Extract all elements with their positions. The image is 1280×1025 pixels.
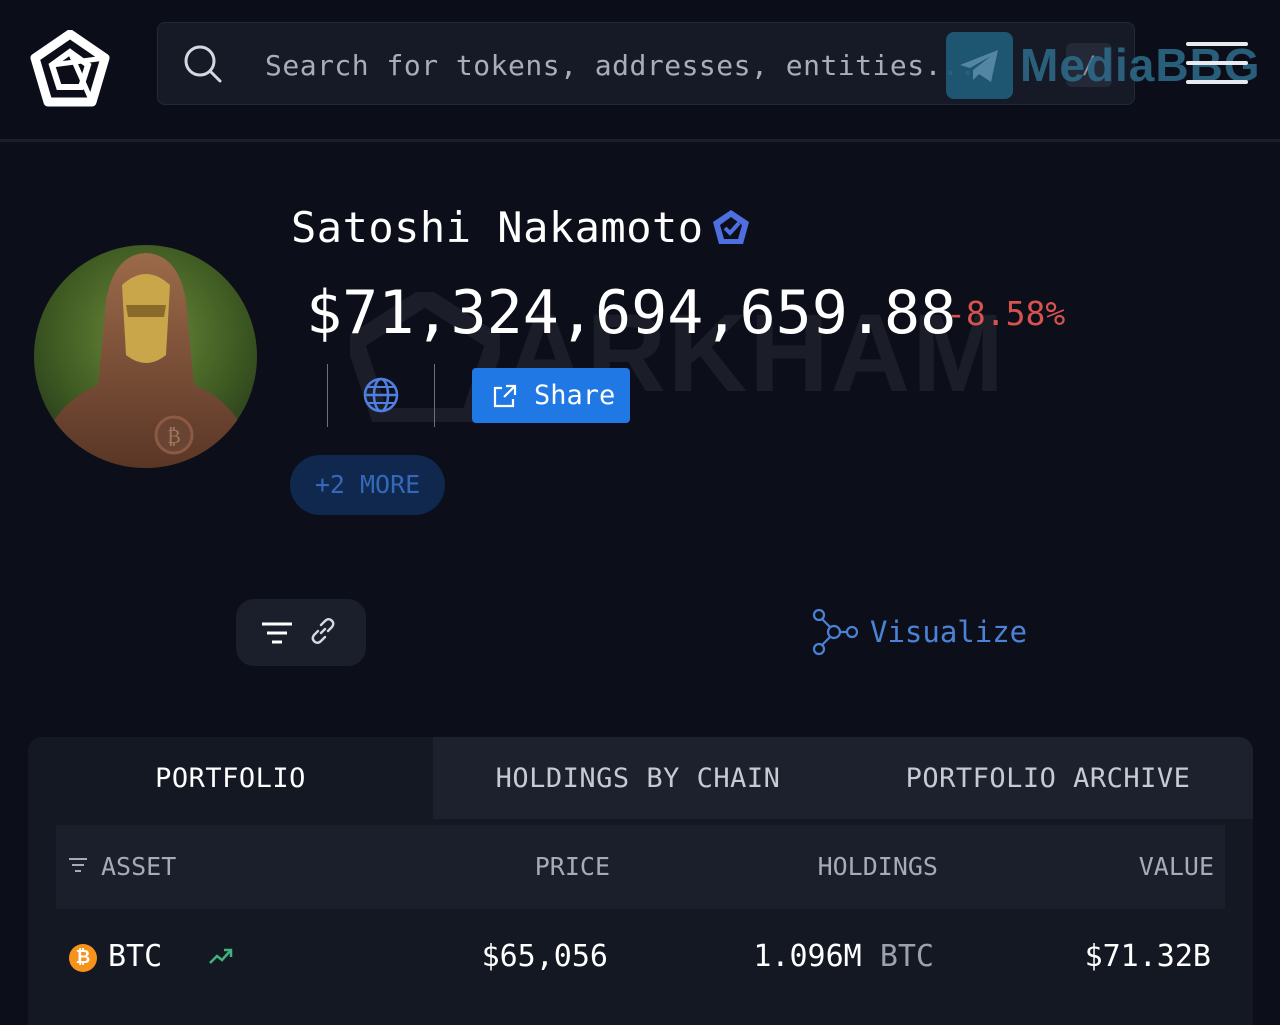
top-bar: Search for tokens, addresses, entities..… bbox=[0, 0, 1280, 142]
sort-icon[interactable] bbox=[68, 857, 88, 873]
telegram-watermark-icon bbox=[946, 32, 1013, 99]
search-input[interactable]: Search for tokens, addresses, entities..… bbox=[265, 49, 977, 82]
filter-icon[interactable] bbox=[260, 619, 294, 647]
verified-icon bbox=[713, 210, 749, 244]
holdings-unit: BTC bbox=[879, 939, 934, 974]
divider bbox=[327, 364, 328, 427]
visualize-icon bbox=[812, 608, 858, 656]
tab-holdings-by-chain[interactable]: HOLDINGS BY CHAIN bbox=[433, 737, 843, 819]
share-button[interactable]: Share bbox=[472, 368, 630, 423]
divider bbox=[434, 364, 435, 427]
tab-bar: PORTFOLIO HOLDINGS BY CHAIN PORTFOLIO AR… bbox=[28, 737, 1253, 819]
asset-price: $65,056 bbox=[481, 939, 608, 974]
avatar: ₿ bbox=[34, 245, 257, 468]
visualize-button[interactable]: Visualize bbox=[810, 607, 1027, 657]
table-row[interactable]: ₿ BTC $65,056 1.096M BTC $71.32B bbox=[56, 919, 1225, 999]
share-icon bbox=[493, 384, 517, 407]
share-label: Share bbox=[534, 380, 616, 411]
asset-symbol[interactable]: BTC bbox=[108, 939, 162, 974]
svg-text:₿: ₿ bbox=[167, 424, 181, 448]
tab-portfolio-archive[interactable]: PORTFOLIO ARCHIVE bbox=[843, 737, 1253, 819]
asset-value: $71.32B bbox=[1084, 939, 1211, 974]
total-balance: $71,324,694,659.88 bbox=[306, 278, 957, 348]
table-header: ASSET PRICE HOLDINGS VALUE bbox=[56, 825, 1225, 909]
visualize-label: Visualize bbox=[870, 615, 1028, 649]
tab-portfolio[interactable]: PORTFOLIO bbox=[28, 737, 433, 819]
link-icon[interactable] bbox=[308, 616, 338, 646]
column-price[interactable]: PRICE bbox=[535, 852, 610, 881]
menu-icon[interactable] bbox=[1186, 42, 1248, 86]
portfolio-panel: PORTFOLIO HOLDINGS BY CHAIN PORTFOLIO AR… bbox=[28, 737, 1253, 1025]
column-holdings[interactable]: HOLDINGS bbox=[818, 852, 938, 881]
trend-up-icon bbox=[209, 948, 233, 964]
globe-icon[interactable] bbox=[362, 376, 400, 414]
column-asset[interactable]: ASSET bbox=[101, 852, 176, 881]
btc-icon: ₿ bbox=[69, 944, 97, 972]
holdings-amount: 1.096M bbox=[753, 939, 862, 974]
more-tags-button[interactable]: +2 MORE bbox=[290, 455, 445, 515]
entity-name: Satoshi Nakamoto bbox=[291, 203, 704, 252]
search-icon bbox=[184, 45, 222, 83]
asset-holdings: 1.096M BTC bbox=[753, 939, 934, 974]
column-value[interactable]: VALUE bbox=[1139, 852, 1214, 881]
arkham-logo-icon[interactable] bbox=[30, 30, 110, 108]
balance-change: -8.58% bbox=[946, 294, 1066, 333]
filter-link-toolbar bbox=[236, 599, 366, 666]
